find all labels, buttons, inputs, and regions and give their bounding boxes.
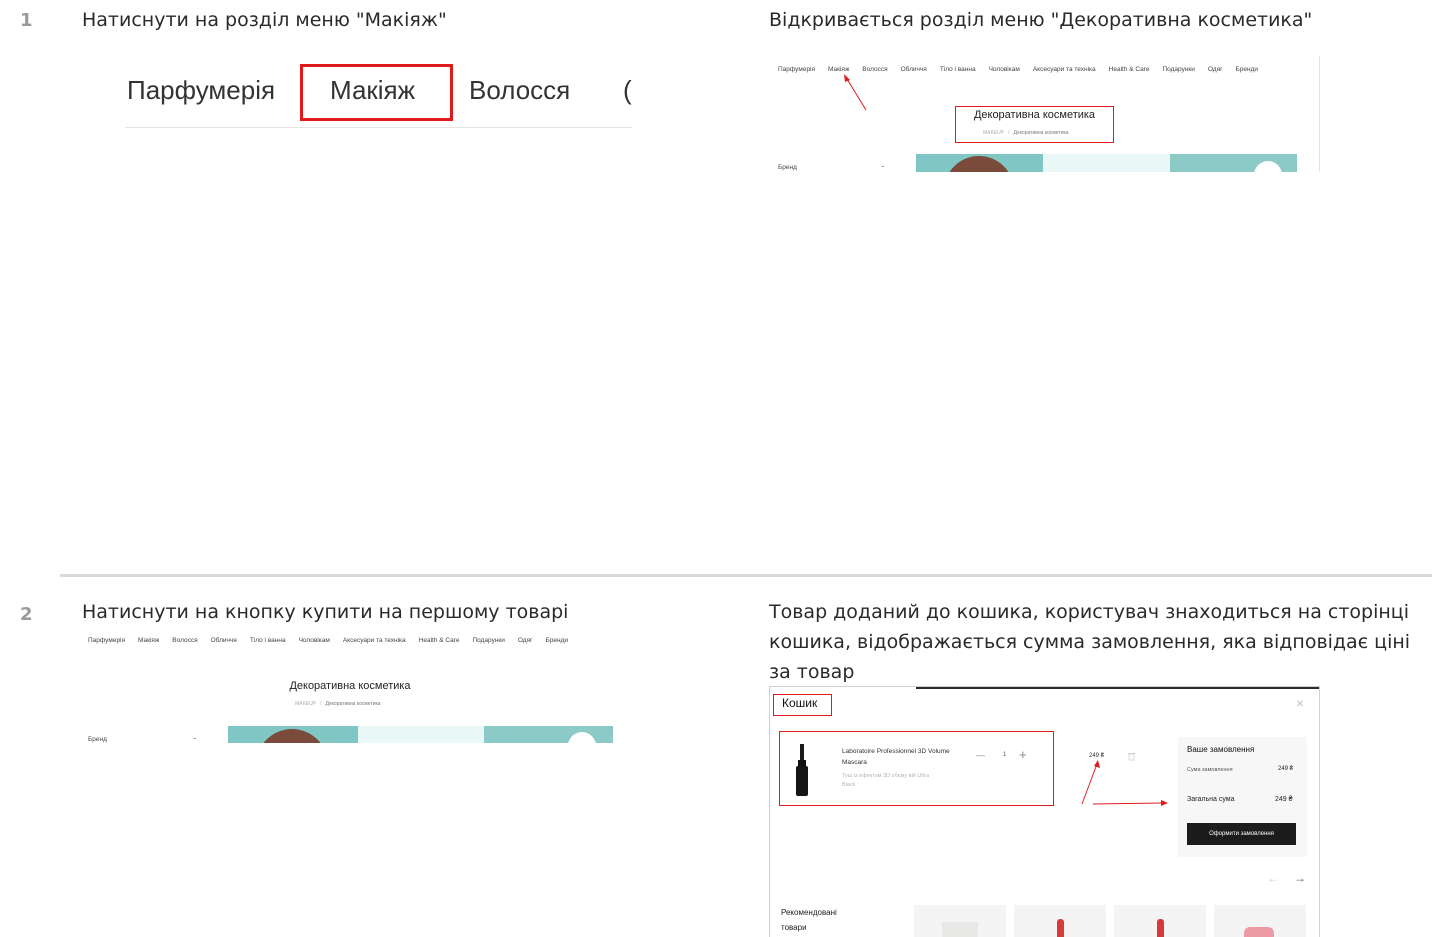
banner-face xyxy=(256,729,328,743)
breadcrumb: MAKEUP / Декоративна косметика xyxy=(983,130,1069,136)
product-name[interactable]: Laboratoire Professionnel 3D Volume Masc… xyxy=(842,746,952,768)
step-2-action: Натиснути на кнопку купити на першому то… xyxy=(82,601,569,623)
recommended-card[interactable] xyxy=(1014,905,1106,937)
step-number-1: 1 xyxy=(20,10,33,31)
site-nav-item[interactable]: Чоловікам xyxy=(989,66,1020,73)
pointer-arrow xyxy=(844,74,867,111)
category-page-screenshot-2: Парфумерія Макіяж Волосся Обличчя Тіло і… xyxy=(80,630,620,743)
qty-plus-button[interactable]: + xyxy=(1019,747,1027,762)
site-nav-item[interactable]: Аксесуари та техніка xyxy=(343,637,406,644)
cart-top-strip xyxy=(916,687,1319,689)
site-nav-item[interactable]: Одяг xyxy=(1208,66,1223,73)
recommended-title: Рекомендовані товари xyxy=(781,908,837,932)
arrow-right-icon[interactable]: → xyxy=(1294,871,1306,885)
annotation-arrows xyxy=(1081,760,1168,806)
product-tube-image xyxy=(942,922,978,937)
banner-face xyxy=(944,156,1014,172)
site-nav: Парфумерія Макіяж Волосся Обличчя Тіло і… xyxy=(88,637,568,644)
banner-middle xyxy=(1043,154,1170,172)
banner-right xyxy=(1170,154,1297,172)
filter-brand-toggle[interactable]: – xyxy=(193,734,197,742)
site-nav-item[interactable]: Подарунки xyxy=(1162,66,1194,73)
category-page-screenshot-1: Парфумерія Макіяж Волосся Обличчя Тіло і… xyxy=(769,56,1320,172)
filter-brand-toggle[interactable]: – xyxy=(881,162,885,170)
site-nav-item[interactable]: Парфумерія xyxy=(778,66,815,73)
step-number-2: 2 xyxy=(20,604,33,625)
subtotal-label: Сума замовлення xyxy=(1187,767,1233,773)
banner-left xyxy=(916,154,1043,172)
close-icon[interactable]: × xyxy=(1296,695,1304,711)
filter-brand-label[interactable]: Бренд xyxy=(88,736,107,743)
big-nav-crop: Парфумерія Макіяж Волосся ( xyxy=(120,55,635,135)
site-nav-item[interactable]: Health & Care xyxy=(1109,66,1150,73)
breadcrumb-separator: / xyxy=(320,701,322,707)
recommended-card[interactable] xyxy=(1114,905,1206,937)
qty-value[interactable]: 1 xyxy=(1003,752,1006,758)
recommended-card[interactable] xyxy=(914,905,1006,937)
total-label: Загальна сума xyxy=(1187,796,1235,803)
recommended-card[interactable] xyxy=(1214,905,1306,937)
lipstick-image xyxy=(1157,919,1164,937)
site-nav-item[interactable]: Чоловікам xyxy=(299,637,330,644)
cart-screenshot: Кошик × Laboratoire Professionnel 3D Vol… xyxy=(769,686,1320,937)
qty-minus-button[interactable]: — xyxy=(976,750,985,760)
site-nav-item[interactable]: Бренди xyxy=(1236,66,1259,73)
breadcrumb-root[interactable]: MAKEUP xyxy=(983,130,1004,136)
nav-item-hair[interactable]: Волосся xyxy=(469,75,570,106)
step-1-result: Відкривається розділ меню "Декоративна к… xyxy=(769,9,1313,31)
breadcrumb: MAKEUP / Декоративна косметика xyxy=(295,701,381,707)
step-2-result: Товар доданий до кошика, користувач знах… xyxy=(769,601,1411,683)
lipstick-image xyxy=(1057,919,1064,937)
site-nav-item[interactable]: Подарунки xyxy=(472,637,504,644)
highlight-cart-item xyxy=(779,731,1054,806)
highlight-makeup xyxy=(300,64,453,121)
nav-underline xyxy=(125,127,632,128)
nav-item-partial[interactable]: ( xyxy=(623,75,632,106)
category-title: Декоративна косметика xyxy=(289,680,411,692)
arrow-left-icon[interactable]: ← xyxy=(1267,871,1279,885)
site-nav-item[interactable]: Бренди xyxy=(546,637,569,644)
banner-badge xyxy=(1254,161,1282,172)
site-nav-item[interactable]: Макіяж xyxy=(138,637,159,644)
site-nav-item[interactable]: Тіло і ванна xyxy=(250,637,286,644)
site-nav-item[interactable]: Волосся xyxy=(172,637,197,644)
filter-brand-label[interactable]: Бренд xyxy=(778,164,797,171)
site-nav-item[interactable]: Аксесуари та техніка xyxy=(1033,66,1096,73)
site-nav-item[interactable]: Health & Care xyxy=(419,637,460,644)
site-nav-item[interactable]: Тіло і ванна xyxy=(940,66,976,73)
checkout-button[interactable]: Оформити замовлення xyxy=(1187,823,1296,845)
breadcrumb-current: Декоративна косметика xyxy=(325,701,381,707)
subtotal-value: 249 ₴ xyxy=(1278,766,1294,772)
banner-middle xyxy=(358,726,484,743)
product-description: Туш із ефектом 3D обєму вій Ultra Black xyxy=(842,773,930,788)
breadcrumb-root[interactable]: MAKEUP xyxy=(295,701,316,707)
category-title: Декоративна косметика xyxy=(973,109,1096,121)
step-1-action: Натиснути на розділ меню "Макіяж" xyxy=(82,9,447,31)
site-nav-item[interactable]: Одяг xyxy=(518,637,533,644)
breadcrumb-current: Декоративна косметика xyxy=(1013,130,1069,136)
site-nav-item[interactable]: Обличчя xyxy=(211,637,237,644)
banner-badge xyxy=(568,732,596,743)
section-divider xyxy=(60,574,1432,577)
mascara-image xyxy=(796,744,808,796)
nav-item-perfume[interactable]: Парфумерія xyxy=(127,75,275,106)
site-nav-item[interactable]: Обличчя xyxy=(901,66,927,73)
lipgloss-image xyxy=(1244,927,1274,937)
banner-left xyxy=(228,726,358,743)
banner-right xyxy=(484,726,613,743)
site-nav-item[interactable]: Парфумерія xyxy=(88,637,125,644)
breadcrumb-separator: / xyxy=(1008,130,1010,136)
summary-title: Ваше замовлення xyxy=(1187,745,1255,754)
total-value: 249 ₴ xyxy=(1275,796,1293,803)
cart-title: Кошик xyxy=(782,696,818,710)
